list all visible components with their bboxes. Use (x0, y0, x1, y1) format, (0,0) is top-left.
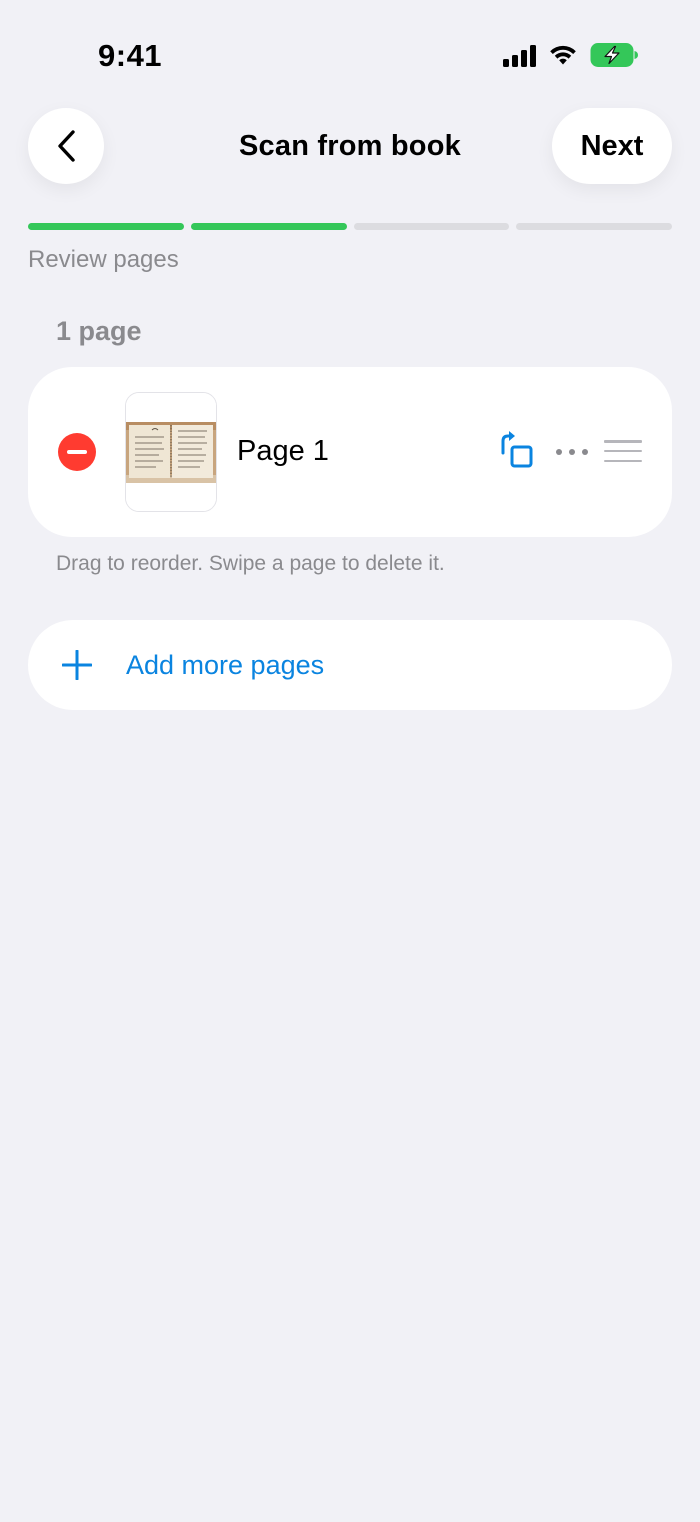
battery-charging-icon (590, 43, 638, 67)
rotate-page-icon[interactable] (498, 431, 536, 471)
plus-icon (62, 650, 92, 680)
progress-step-3 (353, 223, 510, 230)
step-progress (28, 223, 672, 230)
ellipsis-icon (556, 449, 562, 455)
drag-handle-icon[interactable] (604, 440, 642, 462)
page-row[interactable]: Page 1 (28, 367, 672, 537)
header: Scan from book Next (0, 108, 700, 186)
reorder-hint: Drag to reorder. Swipe a page to delete … (56, 552, 445, 575)
cellular-signal-icon (503, 43, 536, 67)
step-label: Review pages (28, 246, 179, 273)
page-name: Page 1 (237, 435, 329, 467)
delete-page-button[interactable] (58, 433, 96, 471)
status-time: 9:41 (98, 38, 163, 73)
more-options-button[interactable] (556, 439, 588, 465)
next-button[interactable]: Next (552, 108, 672, 184)
status-icons (503, 42, 640, 68)
progress-step-2 (190, 223, 347, 230)
progress-step-4 (516, 223, 672, 230)
progress-step-1 (28, 223, 184, 230)
add-more-pages-label: Add more pages (126, 650, 325, 680)
status-bar: 9:41 (0, 0, 700, 110)
add-more-pages-button[interactable]: Add more pages (28, 620, 672, 710)
minus-circle-icon (67, 450, 87, 454)
open-book-photo (126, 393, 216, 511)
page-thumbnail[interactable] (125, 392, 217, 512)
wifi-icon (550, 45, 576, 65)
page-count: 1 page (56, 316, 142, 346)
